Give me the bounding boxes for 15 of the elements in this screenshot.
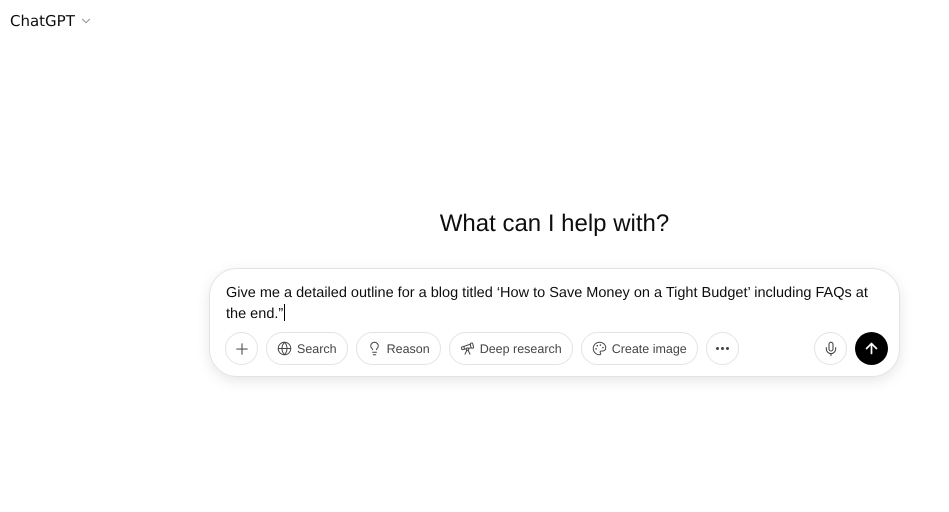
tool-button[interactable]: Create image (580, 332, 698, 365)
text-cursor (284, 304, 286, 321)
more-icon (716, 347, 729, 350)
tool-button[interactable]: Search (266, 332, 348, 365)
model-selector[interactable]: ChatGPT (10, 12, 93, 30)
globe-icon (277, 341, 292, 356)
page-heading: What can I help with? (440, 210, 670, 238)
send-button[interactable] (855, 332, 888, 365)
prompt-input[interactable]: Give me a detailed outline for a blog titled ‘How to Save Money on a Tight Budget’ including FAQs at the end.” (225, 283, 888, 325)
palette-icon (592, 341, 607, 356)
telescope-icon (460, 341, 475, 356)
more-button[interactable] (706, 332, 739, 365)
microphone-button[interactable] (814, 332, 847, 365)
tool-button[interactable]: Reason (356, 332, 441, 365)
tool-button[interactable]: Deep research (448, 332, 573, 365)
